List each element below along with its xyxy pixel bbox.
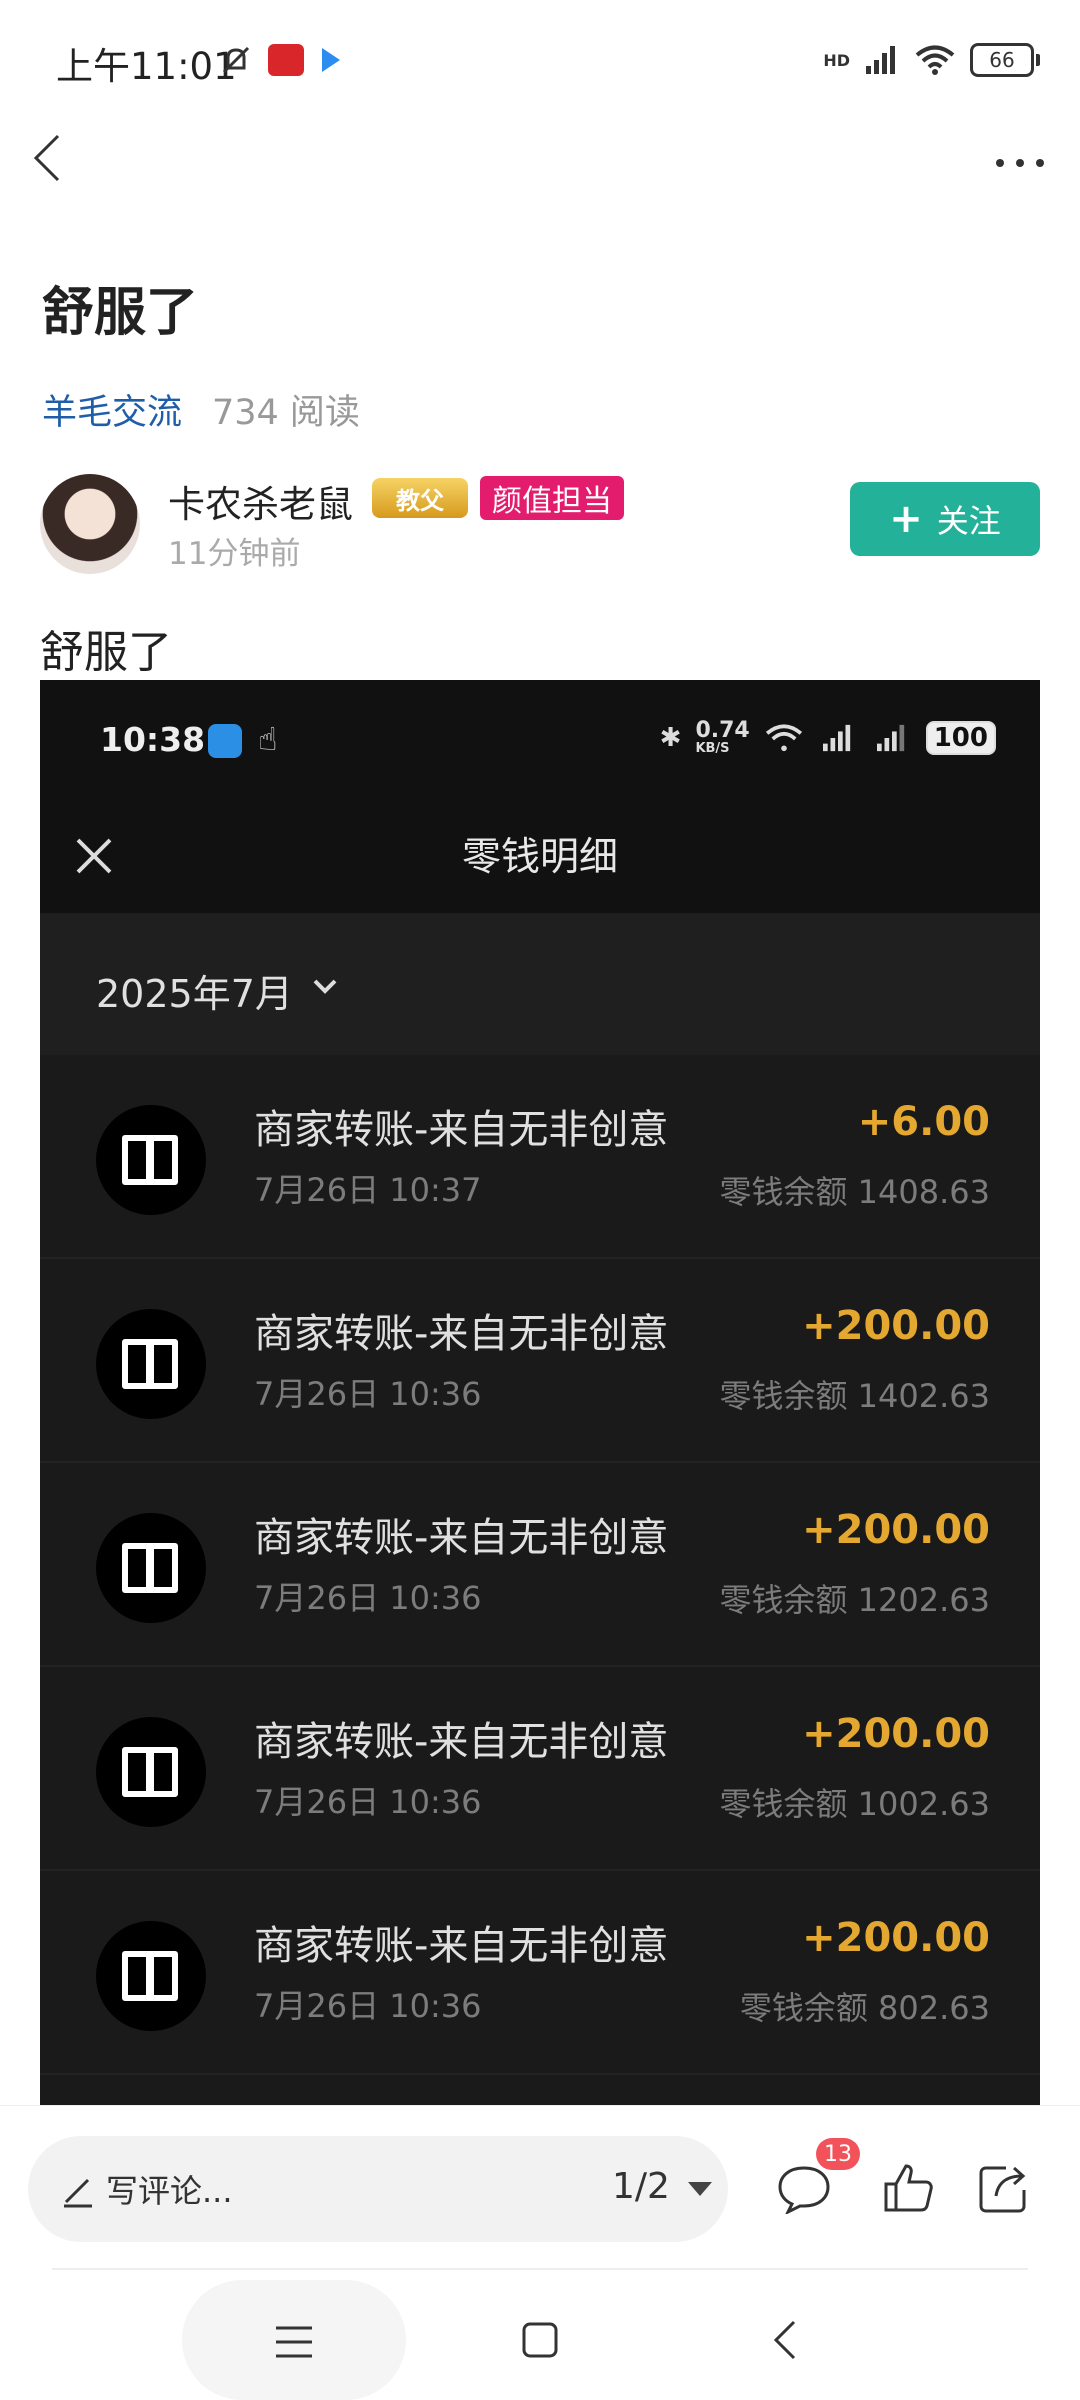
more-icon xyxy=(996,159,1044,167)
transaction-name: 商家转账-来自无非创意 xyxy=(254,1515,669,1561)
menu-icon[interactable] xyxy=(272,2322,316,2362)
battery-level: 66 xyxy=(989,48,1015,72)
home-icon[interactable] xyxy=(520,2320,560,2360)
transaction-time: 7月26日 10:36 xyxy=(254,1579,482,1617)
category-link[interactable]: 羊毛交流 xyxy=(42,384,182,435)
comment-input[interactable]: 写评论... 1/2 xyxy=(28,2136,728,2242)
caret-down-icon[interactable] xyxy=(688,2182,712,2196)
transaction-balance: 零钱余额 802.63 xyxy=(739,1989,990,2027)
notification-play-icon xyxy=(322,48,340,72)
image-battery: 100 xyxy=(925,720,996,755)
transaction-name: 商家转账-来自无非创意 xyxy=(254,1107,669,1153)
signal-icon xyxy=(866,46,895,74)
chevron-left-icon xyxy=(33,134,60,182)
image-status-icons: ✱ 0.74 KB/S 100 xyxy=(660,720,996,755)
transaction-balance: 零钱余额 1408.63 xyxy=(719,1173,990,1211)
transaction-amount: +200.00 xyxy=(802,1711,990,1757)
image-app-icon xyxy=(208,724,242,758)
chevron-down-icon xyxy=(313,979,337,994)
transaction-balance: 零钱余额 1202.63 xyxy=(719,1581,990,1619)
transaction-name: 商家转账-来自无非创意 xyxy=(254,1311,669,1357)
merchant-logo-icon xyxy=(96,1513,206,1623)
avatar[interactable] xyxy=(40,474,140,574)
image-page-title: 零钱明细 xyxy=(461,835,618,880)
net-speed: 0.74 KB/S xyxy=(695,718,750,756)
post-title: 舒服了 xyxy=(42,283,199,343)
transaction-balance: 零钱余额 1002.63 xyxy=(719,1785,990,1823)
transaction-name: 商家转账-来自无非创意 xyxy=(254,1719,669,1765)
transaction-time: 7月26日 10:36 xyxy=(254,1783,482,1821)
comment-placeholder: 写评论... xyxy=(106,2172,233,2210)
back-button[interactable] xyxy=(22,128,82,188)
notification-app-icon xyxy=(268,44,304,76)
merchant-logo-icon xyxy=(96,1717,206,1827)
transaction-amount: +200.00 xyxy=(802,1915,990,1961)
transaction-balance: 零钱余额 1402.63 xyxy=(719,1377,990,1415)
wifi-icon xyxy=(915,45,955,75)
merchant-logo-icon xyxy=(96,1105,206,1215)
thumbs-up-icon[interactable] xyxy=(880,2160,936,2216)
comment-icon[interactable] xyxy=(776,2164,832,2214)
image-signal-icon xyxy=(822,724,850,751)
share-icon[interactable] xyxy=(976,2160,1032,2216)
status-icons: HD 66 xyxy=(823,40,1040,80)
hand-icon: ☝ xyxy=(258,720,278,758)
transaction-amount: +200.00 xyxy=(802,1507,990,1553)
merchant-logo-icon xyxy=(96,1921,206,2031)
bottom-action-bar: 写评论... 1/2 13 xyxy=(0,2105,1080,2276)
post-image[interactable]: 10:38 ☝ ✱ 0.74 KB/S 100 零钱明细 2025年7月 商家转账… xyxy=(40,680,1040,2105)
status-time: 上午11:01 xyxy=(56,45,237,88)
more-options-button[interactable] xyxy=(990,138,1050,188)
godfather-badge: 教父 xyxy=(372,478,468,518)
transaction-time: 7月26日 10:37 xyxy=(254,1171,482,1209)
plus-icon: + xyxy=(889,496,923,542)
transaction-row[interactable]: 商家转账-来自无非创意 7月26日 10:36 +200.00 零钱余额 1402.6… xyxy=(40,1259,1040,1463)
transaction-row[interactable]: 商家转账-来自无非创意 7月26日 10:37 +6.00 零钱余额 1408.63 xyxy=(40,1055,1040,1259)
nav-back-icon[interactable] xyxy=(766,2318,806,2362)
system-nav-bar xyxy=(0,2280,1080,2400)
author-name[interactable]: 卡农杀老鼠 xyxy=(168,474,353,528)
hd-icon: HD xyxy=(823,50,850,70)
month-selector[interactable]: 2025年7月 xyxy=(40,913,1040,1055)
transaction-amount: +6.00 xyxy=(857,1099,990,1145)
pen-icon xyxy=(64,2178,92,2208)
bluetooth-icon: ✱ xyxy=(659,722,682,753)
comment-count-badge: 13 xyxy=(816,2138,860,2170)
merchant-logo-icon xyxy=(96,1309,206,1419)
follow-label: 关注 xyxy=(936,502,1001,540)
image-wifi-icon xyxy=(765,723,802,751)
page-indicator[interactable]: 1/2 xyxy=(612,2166,670,2207)
transaction-row-partial xyxy=(40,2075,1040,2105)
transaction-time: 7月26日 10:36 xyxy=(254,1987,482,2025)
battery-icon: 66 xyxy=(970,43,1040,77)
post-time: 11分钟前 xyxy=(168,536,301,572)
read-count: 734 阅读 xyxy=(212,393,360,433)
transaction-row[interactable]: 商家转账-来自无非创意 7月26日 10:36 +200.00 零钱余额 1002.6… xyxy=(40,1667,1040,1871)
transaction-name: 商家转账-来自无非创意 xyxy=(254,1923,669,1969)
post-body: 舒服了 xyxy=(40,627,172,678)
image-status-time: 10:38 xyxy=(100,720,206,759)
month-label: 2025年7月 xyxy=(96,972,293,1016)
transaction-row[interactable]: 商家转账-来自无非创意 7月26日 10:36 +200.00 零钱余额 1202.6… xyxy=(40,1463,1040,1667)
transaction-row[interactable]: 商家转账-来自无非创意 7月26日 10:36 +200.00 零钱余额 802.63 xyxy=(40,1871,1040,2075)
tag-badge: 颜值担当 xyxy=(480,476,624,520)
follow-button[interactable]: + 关注 xyxy=(850,482,1040,556)
divider xyxy=(52,2268,1028,2270)
transaction-amount: +200.00 xyxy=(802,1303,990,1349)
image-signal2-icon xyxy=(876,724,904,751)
mute-icon xyxy=(218,42,254,78)
transaction-time: 7月26日 10:36 xyxy=(254,1375,482,1413)
